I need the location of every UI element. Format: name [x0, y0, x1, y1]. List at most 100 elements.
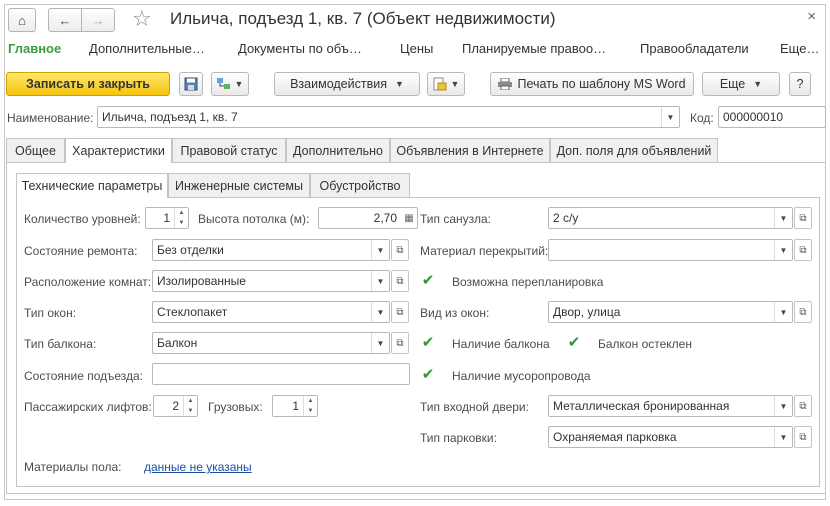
menu-planned-rights[interactable]: Планируемые правоо…	[462, 41, 606, 56]
ceiling-field[interactable]: 2,70 ▦	[318, 207, 418, 229]
code-field[interactable]: 000000010	[718, 106, 826, 128]
print-word-label: Печать по шаблону MS Word	[517, 77, 686, 91]
tab-characteristics[interactable]: Характеристики	[65, 138, 172, 163]
passenger-lifts-stepper[interactable]: ▲ ▼	[183, 396, 197, 416]
open-icon[interactable]: ⧉	[794, 301, 812, 323]
menu-more[interactable]: Еще…	[780, 41, 819, 56]
cargo-lifts-stepper[interactable]: ▲ ▼	[303, 396, 317, 416]
balcony-type-label: Тип балкона:	[24, 337, 97, 351]
subtab-technical[interactable]: Технические параметры	[16, 173, 168, 198]
help-button[interactable]: ?	[789, 72, 811, 96]
chevron-down-icon[interactable]: ▼	[774, 396, 792, 416]
structure-button[interactable]: ▼	[211, 72, 249, 96]
more-actions-button[interactable]: Еще ▼	[702, 72, 780, 96]
parking-field[interactable]: Охраняемая парковка ▼	[548, 426, 793, 448]
create-based-on-button[interactable]: ▼	[427, 72, 465, 96]
parking-value: Охраняемая парковка	[553, 430, 677, 444]
open-icon[interactable]: ⧉	[391, 301, 409, 323]
print-word-button[interactable]: Печать по шаблону MS Word	[490, 72, 694, 96]
floor-materials-label: Материалы пола:	[24, 460, 122, 474]
menu-right-holders[interactable]: Правообладатели	[640, 41, 749, 56]
home-button[interactable]: ⌂	[8, 8, 36, 32]
tab-internet-ads[interactable]: Объявления в Интернете	[390, 138, 550, 162]
cargo-lifts-value: 1	[292, 399, 299, 413]
spin-up-icon[interactable]: ▲	[304, 396, 317, 406]
levels-label: Количество уровней:	[24, 212, 141, 226]
parking-label: Тип парковки:	[420, 431, 497, 445]
cargo-lifts-field[interactable]: 1 ▲ ▼	[272, 395, 318, 417]
structure-icon	[216, 78, 230, 89]
menu-additional[interactable]: Дополнительные…	[89, 41, 205, 56]
repair-value: Без отделки	[157, 243, 224, 257]
garbage-chute-checkbox[interactable]: ✔	[421, 366, 435, 383]
spin-down-icon[interactable]: ▼	[304, 406, 317, 416]
levels-stepper[interactable]: ▲ ▼	[174, 208, 188, 228]
balcony-glazed-checkbox[interactable]: ✔	[567, 334, 581, 351]
entrance-field[interactable]	[152, 363, 410, 385]
windows-field[interactable]: Стеклопакет ▼	[152, 301, 390, 323]
spin-up-icon[interactable]: ▲	[184, 396, 197, 406]
back-button[interactable]: ←	[48, 8, 82, 32]
chevron-down-icon[interactable]: ▼	[774, 208, 792, 228]
chevron-down-icon: ▼	[234, 79, 244, 89]
tab-ad-fields[interactable]: Доп. поля для объявлений	[550, 138, 718, 162]
chevron-down-icon[interactable]: ▼	[774, 427, 792, 447]
spin-down-icon[interactable]: ▼	[184, 406, 197, 416]
menu-documents[interactable]: Документы по объ…	[238, 41, 362, 56]
star-icon[interactable]: ☆	[132, 6, 152, 32]
name-field[interactable]: Ильича, подъезд 1, кв. 7 ▼	[97, 106, 680, 128]
chevron-down-icon[interactable]: ▼	[371, 271, 389, 291]
open-icon[interactable]: ⧉	[794, 426, 812, 448]
open-icon[interactable]: ⧉	[391, 239, 409, 261]
passenger-lifts-field[interactable]: 2 ▲ ▼	[153, 395, 198, 417]
overlap-field[interactable]: ▼	[548, 239, 793, 261]
document-add-icon	[433, 77, 447, 91]
subtab-amenities[interactable]: Обустройство	[310, 173, 410, 197]
spin-down-icon[interactable]: ▼	[175, 218, 188, 228]
rooms-label: Расположение комнат:	[24, 275, 152, 289]
levels-value: 1	[163, 211, 170, 225]
forward-button[interactable]: →	[81, 8, 115, 32]
subtab-engineering[interactable]: Инженерные системы	[168, 173, 310, 197]
tab-general[interactable]: Общее	[6, 138, 65, 162]
open-icon[interactable]: ⧉	[391, 270, 409, 292]
overlap-label: Материал перекрытий:	[420, 244, 549, 258]
chevron-down-icon[interactable]: ▼	[371, 302, 389, 322]
open-icon[interactable]: ⧉	[794, 239, 812, 261]
calculator-icon[interactable]: ▦	[401, 208, 417, 228]
open-icon[interactable]: ⧉	[794, 395, 812, 417]
balcony-type-value: Балкон	[157, 336, 198, 350]
menu-main[interactable]: Главное	[8, 41, 61, 56]
has-balcony-checkbox[interactable]: ✔	[421, 334, 435, 351]
open-icon[interactable]: ⧉	[794, 207, 812, 229]
chevron-down-icon[interactable]: ▼	[661, 107, 679, 127]
chevron-down-icon[interactable]: ▼	[774, 302, 792, 322]
view-field[interactable]: Двор, улица ▼	[548, 301, 793, 323]
open-icon[interactable]: ⧉	[391, 332, 409, 354]
interactions-button[interactable]: Взаимодействия ▼	[274, 72, 420, 96]
repair-label: Состояние ремонта:	[24, 244, 138, 258]
chevron-down-icon[interactable]: ▼	[371, 240, 389, 260]
rooms-value: Изолированные	[157, 274, 246, 288]
levels-field[interactable]: 1 ▲ ▼	[145, 207, 189, 229]
close-icon[interactable]: ×	[807, 8, 816, 25]
spin-up-icon[interactable]: ▲	[175, 208, 188, 218]
windows-value: Стеклопакет	[157, 305, 228, 319]
repair-field[interactable]: Без отделки ▼	[152, 239, 390, 261]
balcony-type-field[interactable]: Балкон ▼	[152, 332, 390, 354]
door-field[interactable]: Металлическая бронированная ▼	[548, 395, 793, 417]
rooms-field[interactable]: Изолированные ▼	[152, 270, 390, 292]
chevron-down-icon[interactable]: ▼	[774, 240, 792, 260]
replan-checkbox[interactable]: ✔	[421, 272, 435, 289]
chevron-down-icon[interactable]: ▼	[371, 333, 389, 353]
chevron-down-icon: ▼	[450, 79, 460, 89]
home-icon: ⌂	[18, 12, 26, 28]
save-and-close-button[interactable]: Записать и закрыть	[6, 72, 170, 96]
tab-additional[interactable]: Дополнительно	[286, 138, 390, 162]
floor-materials-link[interactable]: данные не указаны	[144, 460, 252, 474]
arrow-right-icon: →	[91, 12, 105, 28]
save-button[interactable]	[179, 72, 203, 96]
bathroom-field[interactable]: 2 с/у ▼	[548, 207, 793, 229]
menu-prices[interactable]: Цены	[400, 41, 433, 56]
tab-legal-status[interactable]: Правовой статус	[172, 138, 286, 162]
